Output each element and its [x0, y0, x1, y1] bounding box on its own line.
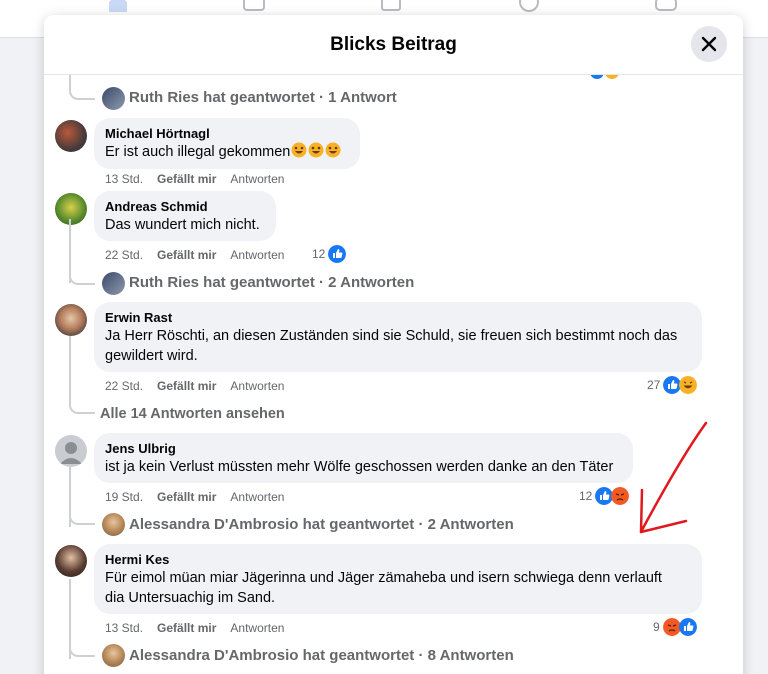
gaming-nav-icon[interactable]: [655, 0, 677, 14]
reaction-count: 27: [647, 378, 661, 392]
like-reaction-icon: [678, 618, 697, 636]
like-link[interactable]: Gefällt mir: [157, 621, 216, 635]
reaction-count: 12: [579, 489, 593, 503]
comment-actions: 22 Std. Gefällt mir Antworten: [105, 379, 284, 393]
reply-link[interactable]: Antworten: [230, 248, 284, 262]
comment-text-line2: dia Untersuachig im Sand.: [105, 590, 276, 606]
marketplace-nav-icon[interactable]: [380, 0, 402, 14]
comment-text: ist ja kein Verlust müssten mehr Wölfe g…: [105, 459, 614, 475]
haha-reaction-icon: [679, 376, 698, 394]
comment-text-row: Er ist auch illegal gekommen: [105, 142, 348, 162]
view-all-replies-link[interactable]: Alle 14 Antworten ansehen: [100, 405, 285, 423]
post-dialog: Blicks Beitrag Ruth Ries hat geantwortet…: [44, 15, 743, 674]
dialog-header: Blicks Beitrag: [44, 15, 743, 75]
comment-actions: 19 Std. Gefällt mir Antworten: [105, 490, 284, 504]
reaction-summary[interactable]: 9: [653, 618, 697, 636]
avatar[interactable]: [55, 120, 87, 152]
comment-bubble: Hermi Kes Für eimol müan miar Jägerinna …: [94, 544, 702, 614]
rofl-emoji-icon: [308, 142, 324, 158]
thread-connector: [69, 630, 95, 657]
avatar[interactable]: [55, 435, 87, 467]
comment-text-line1: Für eimol müan miar Jägerinna und Jäger …: [105, 570, 662, 586]
like-link[interactable]: Gefällt mir: [157, 379, 216, 393]
comment-bubble: Michael Hörtnagl Er ist auch illegal gek…: [94, 118, 360, 169]
comment-time[interactable]: 19 Std.: [105, 490, 143, 504]
angry-reaction-icon: [662, 618, 681, 636]
default-avatar-icon: [60, 442, 82, 464]
comment-text: Das wundert mich nicht.: [105, 217, 260, 233]
video-nav-icon[interactable]: [243, 0, 265, 14]
avatar[interactable]: [102, 644, 125, 667]
avatar[interactable]: [102, 87, 125, 110]
comment-text: Er ist auch illegal gekommen: [105, 144, 291, 160]
avatar[interactable]: [102, 513, 125, 536]
replies-summary-link[interactable]: Ruth Ries hat geantwortet · 1 Antwort: [129, 89, 397, 107]
replies-summary-link[interactable]: Ruth Ries hat geantwortet · 2 Antworten: [129, 274, 414, 292]
thread-connector: [69, 387, 95, 414]
avatar[interactable]: [55, 304, 87, 336]
home-nav-icon[interactable]: [107, 0, 129, 14]
thread-connector: [69, 499, 95, 525]
close-button[interactable]: [691, 26, 727, 62]
reaction-summary[interactable]: 12: [579, 487, 630, 505]
avatar[interactable]: [55, 193, 87, 225]
comment-author[interactable]: Erwin Rast: [105, 310, 690, 326]
comment-author[interactable]: Hermi Kes: [105, 552, 690, 568]
reaction-count: 9: [653, 620, 660, 634]
comment-actions: 13 Std. Gefällt mir Antworten: [105, 172, 284, 186]
angry-reaction-icon: [611, 487, 630, 505]
comment-author[interactable]: Michael Hörtnagl: [105, 126, 348, 142]
avatar[interactable]: [55, 545, 87, 577]
groups-nav-icon[interactable]: [518, 0, 540, 14]
comment-bubble: Erwin Rast Ja Herr Röschti, an diesen Zu…: [94, 302, 702, 372]
reaction-summary[interactable]: 27: [647, 376, 698, 394]
thread-connector: [69, 75, 95, 100]
comment-text-line2: gewildert wird.: [105, 348, 198, 364]
comment-time[interactable]: 22 Std.: [105, 379, 143, 393]
replies-summary-link[interactable]: Alessandra D'Ambrosio hat geantwortet · …: [129, 647, 514, 665]
reaction-summary[interactable]: 12: [312, 245, 347, 263]
comment-bubble: Jens Ulbrig ist ja kein Verlust müssten …: [94, 433, 633, 483]
like-link[interactable]: Gefällt mir: [157, 490, 216, 504]
reply-link[interactable]: Antworten: [230, 379, 284, 393]
comment-bubble: Andreas Schmid Das wundert mich nicht.: [94, 191, 276, 241]
comment-actions: 13 Std. Gefällt mir Antworten: [105, 621, 284, 635]
like-link[interactable]: Gefällt mir: [157, 172, 216, 186]
thread-connector: [69, 255, 95, 285]
avatar[interactable]: [102, 272, 125, 295]
close-icon: [701, 36, 717, 52]
comment-time[interactable]: 13 Std.: [105, 621, 143, 635]
rofl-emoji-icon: [291, 142, 307, 158]
comment-text-line1: Ja Herr Röschti, an diesen Zuständen sin…: [105, 328, 678, 344]
reaction-count: 12: [312, 247, 326, 261]
like-link[interactable]: Gefällt mir: [157, 248, 216, 262]
rofl-emoji-icon: [325, 142, 341, 158]
reply-link[interactable]: Antworten: [230, 172, 284, 186]
comment-time[interactable]: 13 Std.: [105, 172, 143, 186]
like-reaction-icon: [328, 245, 347, 263]
comment-author[interactable]: Jens Ulbrig: [105, 441, 621, 457]
comment-author[interactable]: Andreas Schmid: [105, 199, 264, 215]
reply-link[interactable]: Antworten: [230, 621, 284, 635]
comment-time[interactable]: 22 Std.: [105, 248, 143, 262]
comment-actions: 22 Std. Gefällt mir Antworten: [105, 248, 284, 262]
dialog-title: Blicks Beitrag: [330, 34, 457, 55]
replies-summary-link[interactable]: Alessandra D'Ambrosio hat geantwortet · …: [129, 516, 514, 534]
reply-link[interactable]: Antworten: [230, 490, 284, 504]
